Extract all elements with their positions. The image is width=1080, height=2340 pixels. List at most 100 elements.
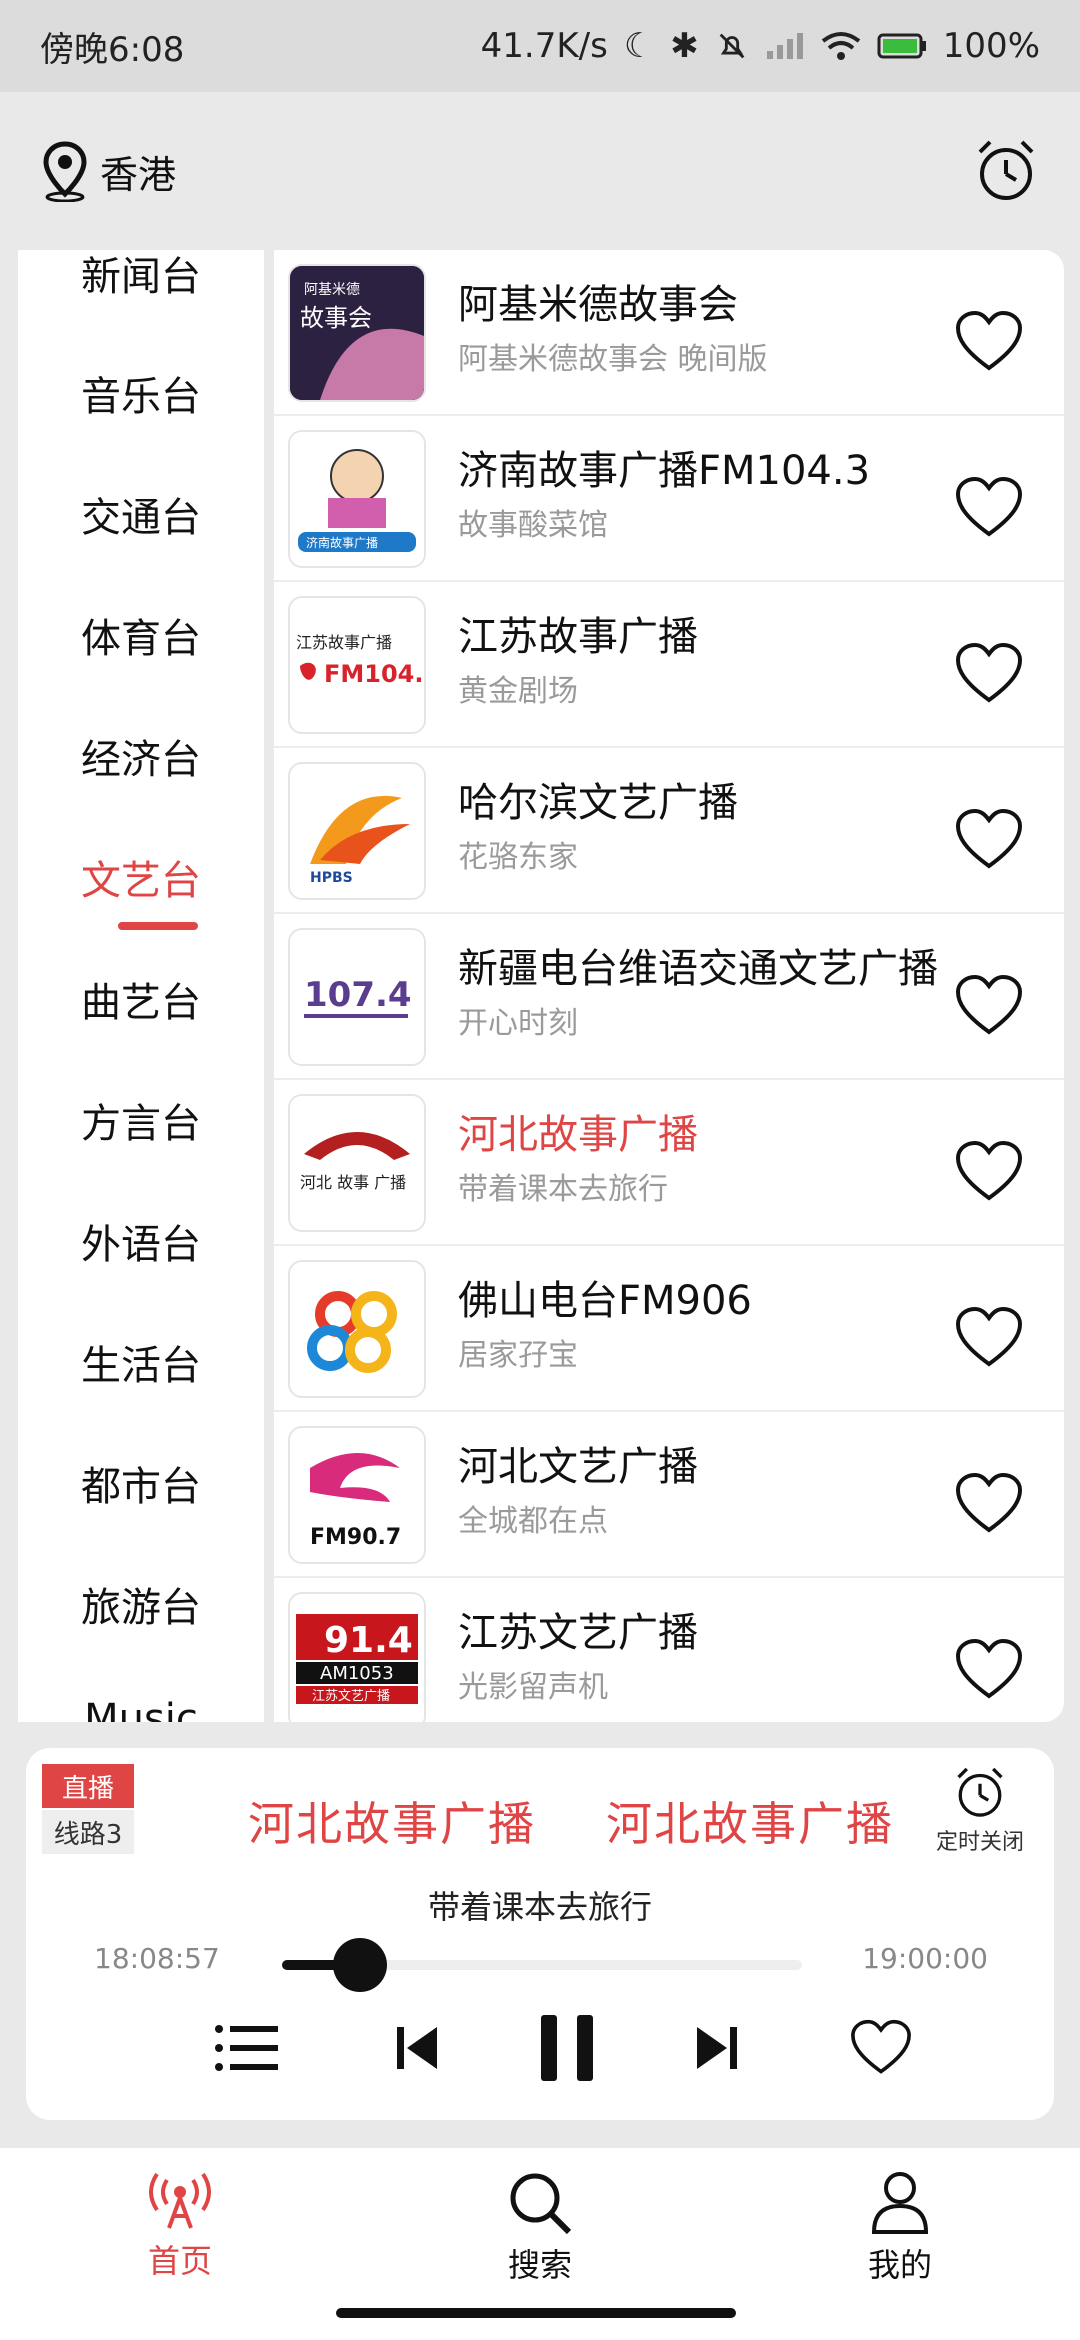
- station-name: 哈尔滨文艺广播: [458, 780, 738, 826]
- station-name: 河北文艺广播: [458, 1444, 698, 1490]
- svg-text:河北 故事 广播: 河北 故事 广播: [300, 1173, 406, 1192]
- nav-home-label: 首页: [147, 2242, 212, 2280]
- station-logo: 阿基米德 故事会: [288, 264, 426, 402]
- location-selector[interactable]: 香港: [40, 140, 176, 202]
- skip-previous-icon: [397, 2027, 437, 2069]
- home-indicator: [336, 2308, 736, 2318]
- station-name: 江苏文艺广播: [458, 1610, 698, 1656]
- station-logo: 107.4: [288, 928, 426, 1066]
- favorite-heart-icon[interactable]: [954, 1638, 1024, 1702]
- station-program: 阿基米德故事会 晚间版: [458, 342, 768, 377]
- station-row[interactable]: 阿基米德 故事会 阿基米德故事会 阿基米德故事会 晚间版: [274, 250, 1064, 416]
- station-logo: [288, 1260, 426, 1398]
- station-logo: 91.4 AM1053 江苏文艺广播: [288, 1592, 426, 1722]
- station-program: 黄金剧场: [458, 674, 578, 709]
- nav-profile[interactable]: 我的: [830, 2170, 970, 2286]
- station-logo: FM90.7: [288, 1426, 426, 1564]
- station-name: 济南故事广播FM104.3: [458, 448, 871, 494]
- live-badge: 直播: [42, 1764, 134, 1808]
- station-row[interactable]: FM90.7 河北文艺广播 全城都在点: [274, 1412, 1064, 1578]
- pause-button[interactable]: [512, 2008, 622, 2088]
- station-name: 新疆电台维语交通文艺广播: [458, 946, 938, 992]
- favorite-heart-icon[interactable]: [954, 974, 1024, 1038]
- station-name: 佛山电台FM906: [458, 1278, 752, 1324]
- station-program: 全城都在点: [458, 1504, 608, 1539]
- category-item[interactable]: 都市台: [18, 1454, 264, 1512]
- category-item[interactable]: Music: [18, 1696, 264, 1722]
- playlist-button[interactable]: [192, 2008, 302, 2088]
- favorite-heart-icon[interactable]: [954, 310, 1024, 374]
- svg-text:HPBS: HPBS: [310, 870, 353, 886]
- user-icon: [871, 2172, 929, 2234]
- svg-text:FM90.7: FM90.7: [310, 1525, 401, 1550]
- category-sidebar[interactable]: 新闻台 音乐台 交通台 体育台 经济台 文艺台 曲艺台 方言台 外语台 生活台 …: [18, 250, 264, 1722]
- skip-next-icon: [697, 2027, 737, 2069]
- category-item[interactable]: 经济台: [18, 727, 264, 785]
- station-program: 开心时刻: [458, 1006, 578, 1041]
- station-program: 带着课本去旅行: [458, 1172, 668, 1207]
- category-item[interactable]: 体育台: [18, 606, 264, 664]
- previous-button[interactable]: [362, 2008, 472, 2088]
- heart-icon: [851, 2019, 911, 2074]
- station-name: 阿基米德故事会: [458, 282, 738, 328]
- nav-home[interactable]: 首页: [110, 2170, 250, 2282]
- signal-icon: [766, 33, 803, 59]
- station-row[interactable]: 江苏故事广播 FM104.9 江苏故事广播 黄金剧场: [274, 582, 1064, 748]
- category-item-active[interactable]: 文艺台: [18, 848, 264, 906]
- now-playing-title: 河北故事广播: [248, 1797, 536, 1851]
- station-logo: 江苏故事广播 FM104.9: [288, 596, 426, 734]
- location-label: 香港: [100, 152, 177, 197]
- station-row-playing[interactable]: 河北 故事 广播 河北故事广播 带着课本去旅行: [274, 1080, 1064, 1246]
- nav-search[interactable]: 搜索: [470, 2170, 610, 2286]
- station-row[interactable]: 107.4 新疆电台维语交通文艺广播 开心时刻: [274, 914, 1064, 1080]
- line-selector[interactable]: 线路3: [42, 1810, 134, 1854]
- bluetooth-icon: ✱: [670, 26, 699, 66]
- station-list[interactable]: 阿基米德 故事会 阿基米德故事会 阿基米德故事会 晚间版 济南故事广播 济南故事…: [274, 250, 1064, 1722]
- progress-handle[interactable]: [333, 1938, 387, 1992]
- svg-text:FM104.9: FM104.9: [324, 660, 424, 688]
- station-logo: HPBS: [288, 762, 426, 900]
- location-pin-icon: [43, 141, 87, 202]
- category-item[interactable]: 生活台: [18, 1333, 264, 1391]
- mute-bell-icon: [719, 33, 745, 59]
- station-program: 居家孖宝: [458, 1338, 578, 1373]
- category-item[interactable]: 交通台: [18, 485, 264, 543]
- nav-search-label: 搜索: [507, 2246, 572, 2284]
- favorite-heart-icon[interactable]: [954, 642, 1024, 706]
- category-item[interactable]: 方言台: [18, 1091, 264, 1149]
- favorite-heart-icon[interactable]: [954, 808, 1024, 872]
- category-item[interactable]: 曲艺台: [18, 970, 264, 1028]
- app-header: 香港: [0, 92, 1080, 252]
- svg-text:江苏故事广播: 江苏故事广播: [296, 633, 392, 652]
- category-item[interactable]: 音乐台: [18, 364, 264, 422]
- svg-text:107.4: 107.4: [304, 975, 412, 1015]
- next-button[interactable]: [662, 2008, 772, 2088]
- favorite-heart-icon[interactable]: [954, 476, 1024, 540]
- pause-icon: [541, 2015, 593, 2081]
- progress-slider[interactable]: [282, 1938, 802, 1992]
- category-item[interactable]: 旅游台: [18, 1575, 264, 1633]
- battery-percent: 100%: [942, 26, 1040, 66]
- alarm-clock-icon[interactable]: [972, 136, 1040, 204]
- station-row[interactable]: HPBS 哈尔滨文艺广播 花骆东家: [274, 748, 1064, 914]
- station-row[interactable]: 佛山电台FM906 居家孖宝: [274, 1246, 1064, 1412]
- status-bar: 傍晚6:08 41.7K/s ☾ ✱ 100%: [0, 0, 1080, 92]
- sleep-timer-button[interactable]: 定时关闭: [930, 1764, 1030, 1856]
- now-playing-card: 直播 线路3 河北故事广播 河北故事广播 定时关闭 带着课本去旅行 18:08:…: [26, 1748, 1054, 2120]
- elapsed-time: 18:08:57: [94, 1942, 220, 1975]
- station-program: 光影留声机: [458, 1670, 608, 1705]
- svg-text:故事会: 故事会: [300, 304, 372, 332]
- favorite-heart-icon[interactable]: [954, 1472, 1024, 1536]
- status-icons: 41.7K/s ☾ ✱ 100%: [481, 26, 1040, 66]
- station-name: 河北故事广播: [458, 1112, 698, 1158]
- svg-text:济南故事广播: 济南故事广播: [306, 535, 378, 550]
- svg-text:阿基米德: 阿基米德: [304, 281, 360, 298]
- favorite-current-button[interactable]: [826, 2008, 936, 2088]
- svg-text:91.4: 91.4: [324, 1620, 413, 1661]
- category-item[interactable]: 外语台: [18, 1212, 264, 1270]
- category-item[interactable]: 新闻台: [18, 250, 264, 302]
- favorite-heart-icon[interactable]: [954, 1140, 1024, 1204]
- favorite-heart-icon[interactable]: [954, 1306, 1024, 1370]
- station-row[interactable]: 91.4 AM1053 江苏文艺广播 江苏文艺广播 光影留声机: [274, 1578, 1064, 1722]
- station-row[interactable]: 济南故事广播 济南故事广播FM104.3 故事酸菜馆: [274, 416, 1064, 582]
